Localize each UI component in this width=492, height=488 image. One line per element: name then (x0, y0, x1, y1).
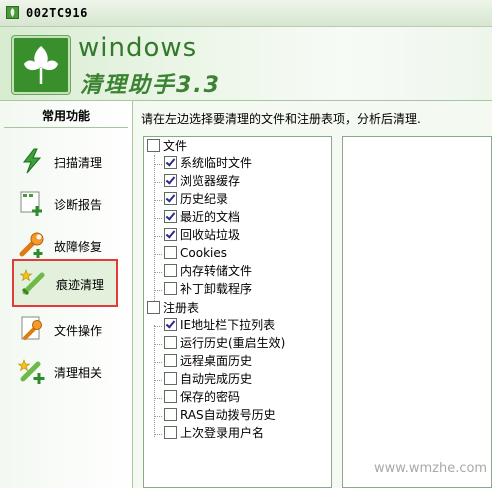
checkbox[interactable] (164, 282, 177, 295)
tree-item-memory-dump[interactable]: 内存转储文件 (164, 264, 252, 281)
checkbox[interactable] (164, 246, 177, 259)
clean-items-tree[interactable]: 文件 系统临时文件 浏览器缓存 历史纪录 最近的文档 回收站垃圾 Cookies… (143, 136, 332, 488)
tree-item-cookies[interactable]: Cookies (164, 246, 227, 263)
sidebar-item-label: 痕迹清理 (56, 278, 105, 292)
instruction-text: 请在左边选择要清理的文件和注册表项，分析后清理. (141, 112, 421, 126)
checkbox[interactable] (164, 228, 177, 241)
sidebar-item-diagnosis-report[interactable]: 诊断报告 (12, 183, 116, 223)
file-wrench-icon (18, 315, 46, 343)
sidebar-item-label: 文件操作 (54, 324, 103, 338)
tree-item-label: 远程桌面历史 (180, 354, 253, 368)
checkbox[interactable] (164, 372, 177, 385)
tree-item-recent-docs[interactable]: 最近的文档 (164, 210, 240, 227)
tree-item-label: 补丁卸载程序 (180, 282, 253, 296)
checkbox[interactable] (147, 301, 160, 314)
checkbox[interactable] (164, 426, 177, 439)
tree-item-label: 自动完成历史 (180, 372, 253, 386)
tree-item-ie-address-list[interactable]: IE地址栏下拉列表 (164, 318, 275, 335)
tree-item-recycle-bin[interactable]: 回收站垃圾 (164, 228, 240, 245)
tree-item-run-history[interactable]: 运行历史(重启生效) (164, 336, 285, 353)
watermark: www.wmzhe.com (374, 461, 488, 476)
tree-item-patch-uninstall[interactable]: 补丁卸载程序 (164, 282, 252, 299)
broom-add-icon (18, 357, 46, 385)
wrench-icon (18, 231, 46, 259)
tree-item-label: 浏览器缓存 (180, 174, 241, 188)
tree-item-label: IE地址栏下拉列表 (180, 318, 276, 332)
results-pane[interactable] (342, 136, 492, 488)
checkbox[interactable] (164, 354, 177, 367)
sidebar-heading: 常用功能 (4, 105, 128, 128)
sidebar-item-label: 清理相关 (54, 366, 103, 380)
tree-item-label: 内存转储文件 (180, 264, 253, 278)
sidebar-item-file-operation[interactable]: 文件操作 (12, 309, 116, 349)
tree-group-label: 注册表 (163, 301, 200, 315)
title-bar[interactable]: 002TC916 (0, 0, 492, 27)
tree-item-label: 系统临时文件 (180, 156, 253, 170)
window-title: 002TC916 (26, 6, 88, 20)
tree-item-label: 运行历史(重启生效) (180, 336, 286, 350)
tree-item-label: RAS自动拨号历史 (180, 408, 276, 422)
checkbox[interactable] (164, 192, 177, 205)
sidebar-item-scan-clean[interactable]: 扫描清理 (12, 141, 116, 181)
checkbox[interactable] (164, 174, 177, 187)
brand-subtitle: 清理助手3.3 (80, 73, 221, 98)
broom-star-icon (20, 267, 48, 295)
tree-item-label: 最近的文档 (180, 210, 241, 224)
sidebar-item-trace-clean[interactable]: 痕迹清理 (12, 259, 118, 307)
main-content: 请在左边选择要清理的文件和注册表项，分析后清理. 文件 系统临时文件 浏览器缓存… (133, 101, 492, 488)
checkbox[interactable] (164, 390, 177, 403)
sidebar-item-label: 故障修复 (54, 240, 103, 254)
app-icon (6, 6, 19, 19)
tree-item-browser-cache[interactable]: 浏览器缓存 (164, 174, 240, 191)
tree-item-autocomplete-history[interactable]: 自动完成历史 (164, 372, 252, 389)
checkbox[interactable] (164, 318, 177, 331)
tree-item-ras-dial-history[interactable]: RAS自动拨号历史 (164, 408, 276, 425)
sidebar-item-label: 诊断报告 (54, 198, 103, 212)
tree-item-saved-passwords[interactable]: 保存的密码 (164, 390, 240, 407)
tree-item-label: 回收站垃圾 (180, 228, 241, 242)
leaf-logo-icon (12, 36, 70, 94)
checkbox[interactable] (164, 336, 177, 349)
tree-group-registry[interactable]: 注册表 (147, 301, 199, 318)
brand-title: windows (78, 33, 198, 63)
checkbox[interactable] (147, 139, 160, 152)
sidebar-item-label: 扫描清理 (54, 156, 103, 170)
sidebar: 常用功能 扫描清理 诊断报告 故障修复 痕迹清理 文件操作 清理相关 (0, 101, 133, 488)
checkbox[interactable] (164, 264, 177, 277)
tree-item-last-login-user[interactable]: 上次登录用户名 (164, 426, 264, 443)
tree-item-label: 上次登录用户名 (180, 426, 265, 440)
report-add-icon (18, 189, 46, 217)
lightning-icon (18, 147, 46, 175)
tree-group-label: 文件 (163, 139, 188, 153)
checkbox[interactable] (164, 408, 177, 421)
tree-item-remote-desktop-history[interactable]: 远程桌面历史 (164, 354, 252, 371)
tree-group-files[interactable]: 文件 (147, 139, 187, 156)
tree-item-label: 保存的密码 (180, 390, 241, 404)
tree-item-system-temp[interactable]: 系统临时文件 (164, 156, 252, 173)
tree-item-history[interactable]: 历史纪录 (164, 192, 228, 209)
checkbox[interactable] (164, 156, 177, 169)
checkbox[interactable] (164, 210, 177, 223)
tree-item-label: Cookies (180, 246, 227, 260)
tree-item-label: 历史纪录 (180, 192, 229, 206)
app-banner: windows 清理助手3.3 (0, 27, 492, 101)
sidebar-item-clean-related[interactable]: 清理相关 (12, 351, 116, 391)
